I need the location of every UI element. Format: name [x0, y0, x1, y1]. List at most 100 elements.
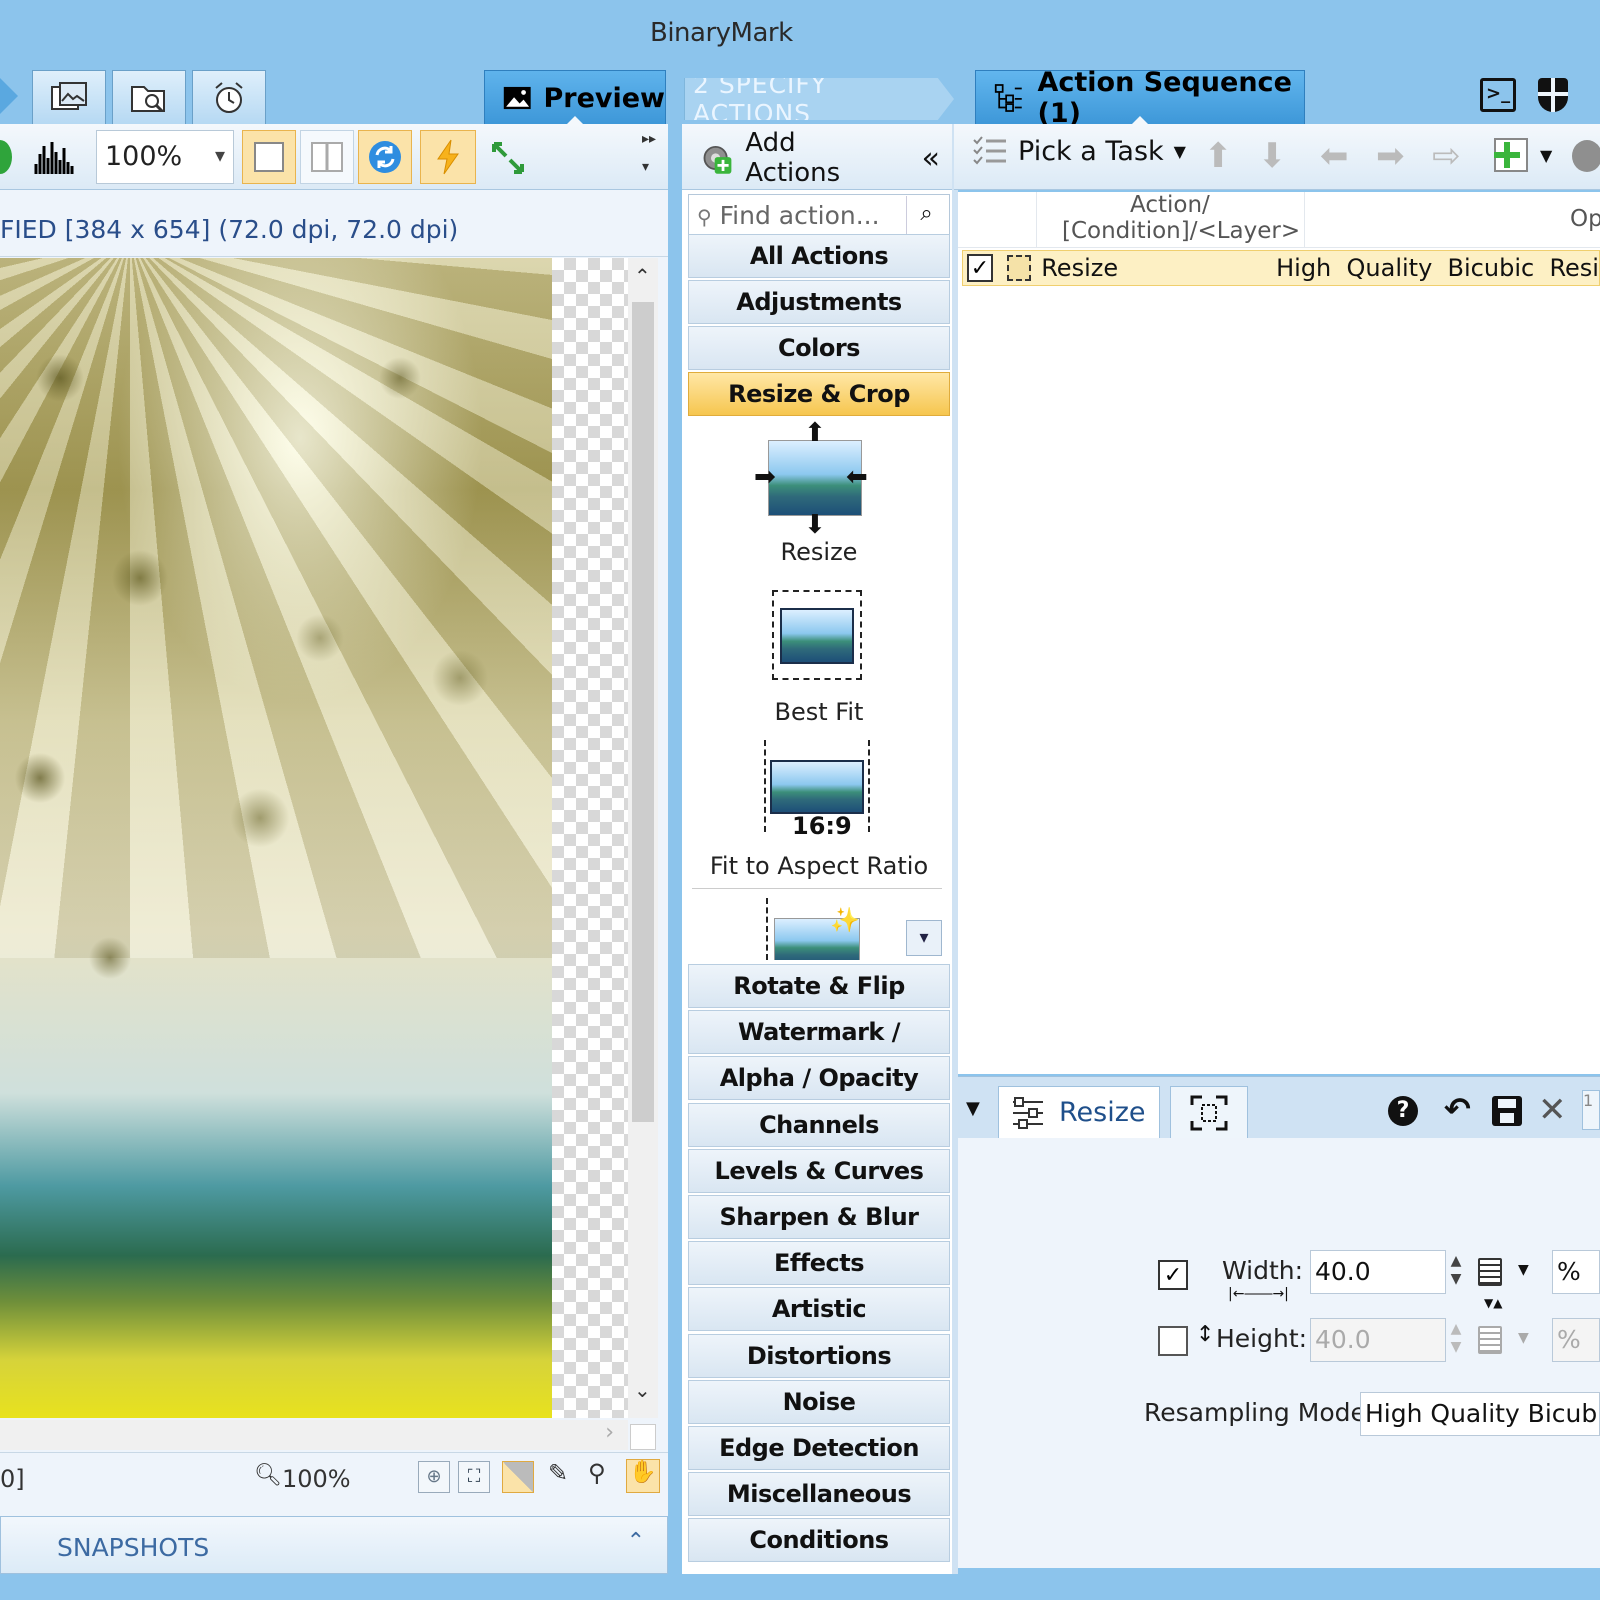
pick-a-task-button[interactable]: Pick a Task ▼	[972, 134, 1186, 168]
hand-tool-icon[interactable]: ✋	[626, 1459, 660, 1493]
height-unit-select[interactable]: %	[1552, 1318, 1600, 1362]
sequence-row-resize[interactable]: ✓ Resize High Quality Bicubic Resi	[962, 250, 1600, 286]
category-all-actions[interactable]: All Actions	[688, 234, 950, 278]
height-input[interactable]: 40.0	[1310, 1318, 1446, 1362]
category-channels[interactable]: Channels	[688, 1102, 950, 1147]
width-spinner[interactable]: ▲ ▼	[1442, 1252, 1470, 1292]
add-group-icon[interactable]	[1572, 140, 1600, 172]
find-options-icon[interactable]: ⌕	[906, 196, 946, 234]
height-value: 40.0	[1315, 1325, 1371, 1354]
eyedropper-icon[interactable]: ✎	[548, 1459, 568, 1487]
category-conditions[interactable]: Conditions	[688, 1518, 950, 1563]
height-spinner[interactable]: ▲ ▼	[1442, 1320, 1470, 1360]
fullscreen-icon[interactable]: ⛶	[458, 1461, 490, 1493]
height-calculator-icon[interactable]	[1478, 1326, 1502, 1354]
properties-collapse-icon[interactable]: ▼	[966, 1098, 980, 1119]
add-condition-dropdown-icon[interactable]: ▼	[1540, 146, 1552, 165]
category-resize-crop[interactable]: Resize & Crop	[688, 372, 950, 416]
aspect-ratio-icon: 16:9	[764, 740, 870, 840]
action-fit-aspect-ratio[interactable]: 16:9 Fit to Aspect Ratio	[690, 736, 948, 886]
transparency-background	[552, 258, 628, 1418]
action-smart-crop[interactable]: ✨	[760, 898, 870, 960]
action-best-fit[interactable]: Best Fit	[690, 580, 948, 730]
link-aspect-icon[interactable]: ▼▲	[1484, 1296, 1502, 1310]
row-action-name: Resize	[1041, 254, 1119, 282]
zoom-select[interactable]: 100%	[96, 130, 234, 184]
category-adjustments[interactable]: Adjustments	[688, 280, 950, 324]
tab-preview[interactable]: Preview	[484, 70, 666, 126]
category-noise[interactable]: Noise	[688, 1379, 950, 1424]
indent-icon[interactable]: ➡	[1376, 136, 1405, 176]
height-calc-dropdown-icon[interactable]: ▼	[1518, 1330, 1529, 1346]
fit-arrows-icon[interactable]	[490, 140, 526, 176]
width-calculator-icon[interactable]	[1478, 1258, 1502, 1286]
quick-preview-button[interactable]	[420, 130, 476, 184]
category-colors[interactable]: Colors	[688, 326, 950, 370]
help-icon[interactable]: ?	[1388, 1096, 1418, 1126]
zoom-tool-icon[interactable]: ⚲	[588, 1459, 606, 1487]
action-items-separator	[692, 888, 942, 889]
category-alpha-opacity[interactable]: Alpha / Opacity	[688, 1056, 950, 1101]
step-specify-actions[interactable]: 2 SPECIFY ACTIONS	[684, 78, 954, 120]
tab-source-images[interactable]	[32, 70, 106, 124]
outdent-icon[interactable]: ⬅	[1320, 136, 1349, 176]
center-icon[interactable]: ⊕	[418, 1461, 450, 1493]
width-checkbox[interactable]: ✓	[1158, 1260, 1188, 1290]
indent-more-icon[interactable]: ⇨	[1432, 136, 1461, 176]
reset-icon[interactable]: ↶	[1444, 1090, 1471, 1128]
row-enabled-checkbox[interactable]: ✓	[967, 254, 994, 282]
height-unit: %	[1557, 1325, 1581, 1354]
preview-vertical-scrollbar[interactable]: ⌃ ⌄	[628, 258, 658, 1418]
shield-icon[interactable]	[1538, 78, 1568, 112]
width-input[interactable]: 40.0	[1310, 1250, 1446, 1294]
tab-overflow-icon[interactable]: 1	[1582, 1090, 1600, 1130]
console-icon[interactable]: >_	[1480, 78, 1516, 112]
close-icon[interactable]: ✕	[1538, 1090, 1567, 1130]
resampling-mode-select[interactable]: High Quality Bicubic	[1360, 1392, 1600, 1436]
collapse-icon[interactable]: «	[922, 141, 940, 176]
action-fit-aspect-ratio-label: Fit to Aspect Ratio	[709, 852, 929, 880]
move-down-icon[interactable]: ⬇	[1258, 136, 1287, 176]
toolbar-overflow-icon[interactable]: ▸▸ ▾	[642, 132, 656, 174]
category-sharpen-blur[interactable]: Sharpen & Blur	[688, 1195, 950, 1239]
save-icon[interactable]	[1492, 1096, 1522, 1126]
scroll-corner	[630, 1424, 656, 1450]
scroll-right-icon[interactable]: ›	[605, 1420, 614, 1445]
add-actions-button[interactable]: Add Actions «	[682, 128, 940, 188]
properties-tab-resize[interactable]: Resize	[998, 1086, 1160, 1138]
single-pane-icon	[254, 142, 284, 172]
category-watermark-overlay[interactable]: Watermark / Overlay	[688, 1010, 950, 1088]
category-effects[interactable]: Effects	[688, 1241, 950, 1286]
tab-folder-browse[interactable]	[112, 70, 186, 124]
auto-refresh-button[interactable]	[358, 130, 412, 184]
action-resize[interactable]: ⬆ ⬇ ➡ ⬅ Resize	[690, 418, 948, 570]
nav-arrow-left[interactable]	[0, 78, 18, 114]
action-best-fit-label: Best Fit	[774, 698, 864, 726]
scroll-down-icon[interactable]: ⌄	[634, 1378, 651, 1402]
move-up-icon[interactable]: ⬆	[1204, 136, 1233, 176]
category-levels-curves[interactable]: Levels & Curves	[688, 1148, 950, 1193]
tab-schedule[interactable]	[192, 70, 266, 124]
properties-tab-preview-region[interactable]	[1170, 1086, 1248, 1138]
scroll-thumb[interactable]	[632, 302, 654, 1122]
scroll-up-icon[interactable]: ⌃	[634, 264, 651, 288]
category-edge-detection[interactable]: Edge Detection	[688, 1426, 950, 1470]
category-rotate-flip[interactable]: Rotate & Flip	[688, 964, 950, 1008]
expand-up-icon[interactable]: ⌃	[627, 1529, 645, 1554]
split-view-button[interactable]	[300, 130, 354, 184]
histogram-icon[interactable]	[34, 136, 74, 176]
category-artistic[interactable]: Artistic	[688, 1287, 950, 1332]
height-checkbox[interactable]	[1158, 1326, 1188, 1356]
expand-items-button[interactable]: ▾	[906, 920, 942, 956]
width-unit-select[interactable]: %	[1552, 1250, 1600, 1294]
checkerboard-toggle-icon[interactable]	[502, 1461, 534, 1493]
preview-horizontal-scrollbar[interactable]: ›	[0, 1420, 628, 1450]
tab-action-sequence[interactable]: Action Sequence (1)	[975, 67, 1305, 129]
single-view-button[interactable]	[242, 130, 296, 184]
snapshots-panel-header[interactable]: SNAPSHOTS ⌃	[0, 1516, 668, 1574]
best-fit-icon	[772, 590, 862, 680]
category-distortions[interactable]: Distortions	[688, 1333, 950, 1378]
add-condition-icon[interactable]	[1494, 138, 1528, 172]
width-calc-dropdown-icon[interactable]: ▼	[1518, 1262, 1529, 1278]
category-miscellaneous[interactable]: Miscellaneous	[688, 1472, 950, 1517]
